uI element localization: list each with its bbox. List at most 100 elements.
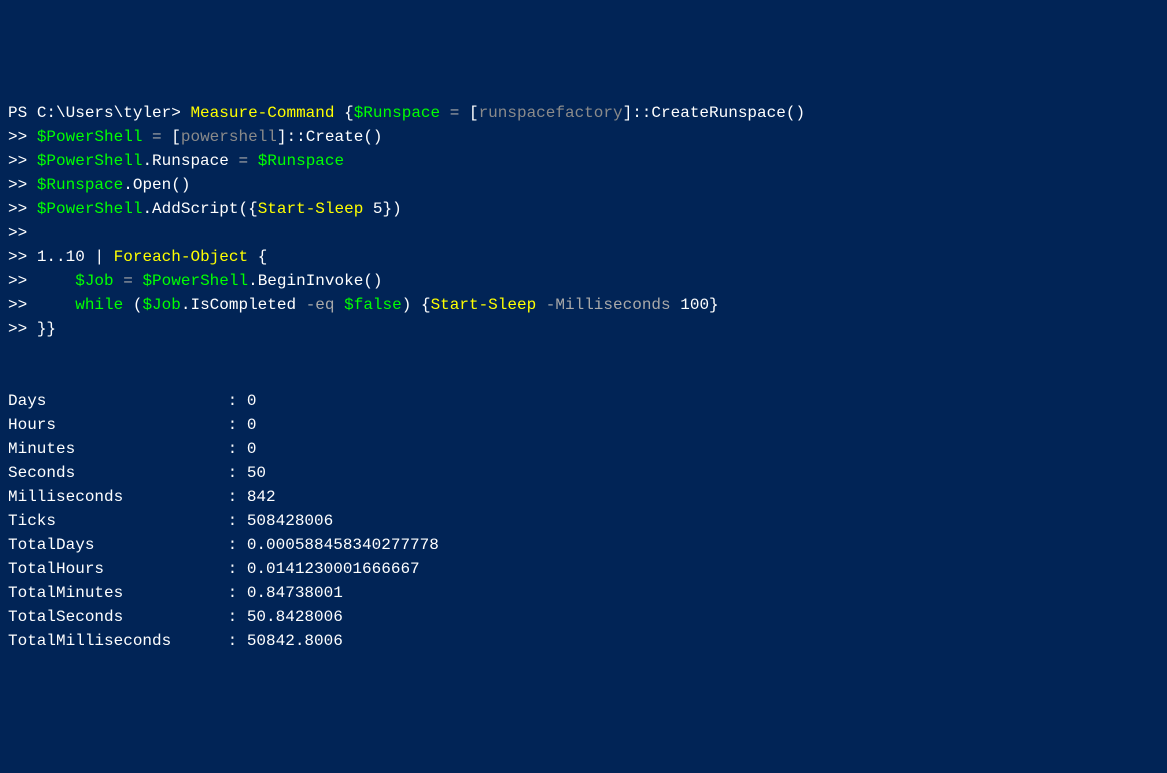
rbrace: } [46, 320, 56, 338]
continuation-prompt: >> [8, 272, 27, 290]
line-5: >> $PowerShell.AddScript({Start-Sleep 5}… [8, 200, 402, 218]
cmdlet-start-sleep: Start-Sleep [258, 200, 364, 218]
continuation-prompt: >> [8, 200, 27, 218]
output-key: TotalMilliseconds [8, 629, 218, 653]
output-key: TotalHours [8, 557, 218, 581]
num-10: 10 [66, 248, 85, 266]
cmdlet-foreach-object: Foreach-Object [114, 248, 248, 266]
prop-iscompleted: IsCompleted [190, 296, 296, 314]
rparen: ) [373, 272, 383, 290]
output-sep: : [218, 512, 247, 530]
output-row-minutes: Minutes : 0 [8, 440, 256, 458]
output-value: 0.000588458340277778 [247, 536, 439, 554]
var-job: $Job [142, 296, 180, 314]
cmdlet-measure-command: Measure-Command [190, 104, 334, 122]
var-runspace: $Runspace [258, 152, 344, 170]
output-row-ticks: Ticks : 508428006 [8, 512, 333, 530]
continuation-prompt: >> [8, 320, 27, 338]
continuation-prompt: >> [8, 152, 27, 170]
continuation-prompt: >> [8, 296, 27, 314]
output-key: TotalMinutes [8, 581, 218, 605]
line-10: >> }} [8, 320, 56, 338]
output-value: 0.0141230001666667 [247, 560, 420, 578]
rbracket: ] [623, 104, 633, 122]
output-row-seconds: Seconds : 50 [8, 464, 266, 482]
output-sep: : [218, 536, 247, 554]
lparen: ( [133, 296, 143, 314]
rbracket: ] [277, 128, 287, 146]
dot: . [142, 200, 152, 218]
lparen: ( [363, 272, 373, 290]
num-5: 5 [373, 200, 383, 218]
assign-op: = [450, 104, 460, 122]
lparen: ( [786, 104, 796, 122]
var-powershell: $PowerShell [37, 200, 143, 218]
lbrace: { [258, 248, 268, 266]
output-sep: : [218, 440, 247, 458]
output-value: 50842.8006 [247, 632, 343, 650]
line-3: >> $PowerShell.Runspace = $Runspace [8, 152, 344, 170]
output-value: 0 [247, 392, 257, 410]
output-value: 0 [247, 416, 257, 434]
output-row-totalseconds: TotalSeconds : 50.8428006 [8, 608, 343, 626]
rbrace: } [709, 296, 719, 314]
dot: . [248, 272, 258, 290]
type-powershell: powershell [181, 128, 277, 146]
rbrace: } [383, 200, 393, 218]
prop-runspace: Runspace [152, 152, 229, 170]
line-1: PS C:\Users\tyler> Measure-Command {$Run… [8, 104, 805, 122]
output-row-totalhours: TotalHours : 0.0141230001666667 [8, 560, 420, 578]
output-key: Ticks [8, 509, 218, 533]
var-false: $false [344, 296, 402, 314]
output-value: 50 [247, 464, 266, 482]
assign-op: = [152, 128, 162, 146]
output-row-days: Days : 0 [8, 392, 256, 410]
var-powershell: $PowerShell [37, 128, 143, 146]
method-open: Open [133, 176, 171, 194]
line-4: >> $Runspace.Open() [8, 176, 190, 194]
output-sep: : [218, 416, 247, 434]
output-sep: : [218, 608, 247, 626]
method-addscript: AddScript [152, 200, 238, 218]
rbrace: } [37, 320, 47, 338]
ps-label: PS [8, 104, 37, 122]
line-6: >> [8, 224, 27, 242]
op-eq: -eq [306, 296, 335, 314]
line-9: >> while ($Job.IsCompleted -eq $false) {… [8, 296, 719, 314]
lbracket: [ [171, 128, 181, 146]
output-value: 842 [247, 488, 276, 506]
range-dots: .. [46, 248, 65, 266]
method-begininvoke: BeginInvoke [258, 272, 364, 290]
output-row-totalminutes: TotalMinutes : 0.84738001 [8, 584, 343, 602]
var-runspace: $Runspace [37, 176, 123, 194]
output-value: 50.8428006 [247, 608, 343, 626]
keyword-while: while [75, 296, 123, 314]
output-value: 0 [247, 440, 257, 458]
method-create: Create [306, 128, 364, 146]
output-sep: : [218, 464, 247, 482]
continuation-prompt: >> [8, 224, 27, 242]
output-row-milliseconds: Milliseconds : 842 [8, 488, 276, 506]
param-milliseconds: -Milliseconds [546, 296, 671, 314]
continuation-prompt: >> [8, 176, 27, 194]
output-key: Days [8, 389, 218, 413]
lbracket: [ [469, 104, 479, 122]
output-sep: : [218, 632, 247, 650]
var-powershell: $PowerShell [37, 152, 143, 170]
output-key: Milliseconds [8, 485, 218, 509]
output-sep: : [218, 584, 247, 602]
terminal[interactable]: PS C:\Users\tyler> Measure-Command {$Run… [8, 101, 1159, 653]
output-key: TotalSeconds [8, 605, 218, 629]
output-key: Minutes [8, 437, 218, 461]
double-colon: :: [632, 104, 651, 122]
output-key: TotalDays [8, 533, 218, 557]
output-sep: : [218, 392, 247, 410]
method-createrunspace: CreateRunspace [651, 104, 785, 122]
rparen: ) [392, 200, 402, 218]
output-key: Seconds [8, 461, 218, 485]
var-powershell: $PowerShell [142, 272, 248, 290]
lbrace: { [344, 104, 354, 122]
assign-op: = [238, 152, 248, 170]
assign-op: = [123, 272, 133, 290]
dot: . [142, 152, 152, 170]
